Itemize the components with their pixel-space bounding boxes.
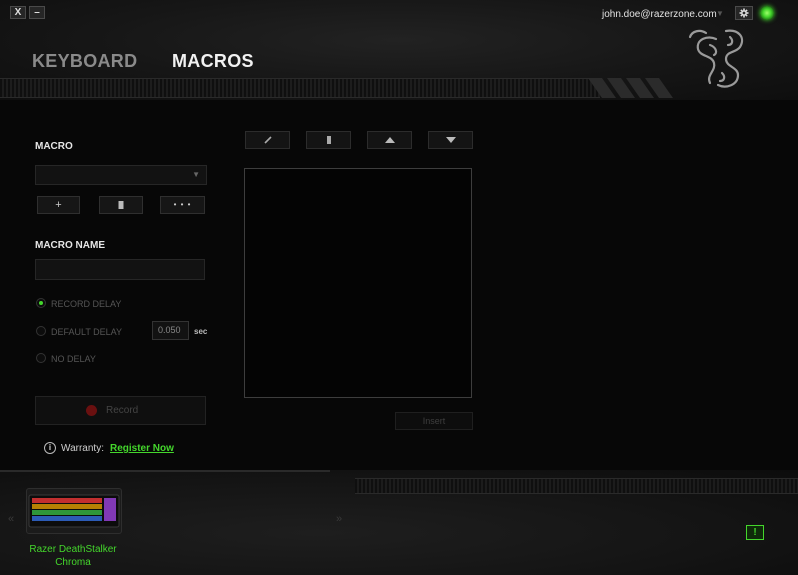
arrow-up-icon xyxy=(385,137,395,143)
record-label: Record xyxy=(106,405,139,416)
device-name-line1[interactable]: Razer DeathStalker xyxy=(10,543,136,556)
insert-button[interactable]: Insert xyxy=(395,412,473,430)
minimize-button[interactable]: – xyxy=(29,6,45,19)
chevron-down-icon: ▼ xyxy=(192,170,200,179)
user-email[interactable]: john.doe@razerzone.com xyxy=(602,9,717,20)
divider xyxy=(0,470,330,472)
delay-unit-label: sec xyxy=(194,327,208,336)
close-button[interactable]: X xyxy=(10,6,26,19)
record-icon xyxy=(86,405,97,416)
move-up-button[interactable] xyxy=(367,131,412,149)
macro-name-input[interactable] xyxy=(35,259,205,280)
record-delay-label: RECORD DELAY xyxy=(51,299,122,309)
default-delay-label: DEFAULT DELAY xyxy=(51,327,123,337)
macro-editor[interactable] xyxy=(244,168,472,398)
no-delay-radio[interactable] xyxy=(36,353,46,363)
device-name-line2[interactable]: Chroma xyxy=(10,556,136,569)
scroll-right-icon[interactable]: » xyxy=(336,513,342,525)
trash-icon xyxy=(118,201,124,209)
arrow-down-icon xyxy=(446,137,456,143)
razer-logo-icon xyxy=(688,29,744,88)
register-now-link[interactable]: Register Now xyxy=(110,443,174,454)
chevron-down-icon[interactable]: ▼ xyxy=(716,9,724,18)
scroll-left-icon[interactable]: « xyxy=(8,513,14,525)
settings-button[interactable] xyxy=(735,6,753,20)
tab-band xyxy=(0,78,600,98)
edit-button[interactable] xyxy=(245,131,290,149)
macro-select[interactable]: ▼ xyxy=(35,165,207,185)
notification-button[interactable]: ! xyxy=(746,525,764,540)
device-keyboard-thumbnail[interactable] xyxy=(26,488,122,534)
pencil-icon xyxy=(264,136,272,144)
record-button[interactable]: Record xyxy=(35,396,206,425)
info-icon: i xyxy=(44,442,56,454)
keyboard-icon xyxy=(28,494,120,528)
add-macro-button[interactable]: + xyxy=(37,196,80,214)
no-delay-label: NO DELAY xyxy=(51,354,96,364)
macro-section-label: MACRO xyxy=(35,141,73,152)
header: X – john.doe@razerzone.com ▼ KEYBOARD MA… xyxy=(0,0,798,100)
default-delay-radio[interactable] xyxy=(36,326,46,336)
warranty-label: Warranty: xyxy=(61,443,104,454)
tab-macros[interactable]: MACROS xyxy=(172,51,254,72)
default-delay-input[interactable]: 0.050 xyxy=(152,321,189,340)
macro-name-label: MACRO NAME xyxy=(35,240,105,251)
record-delay-radio[interactable] xyxy=(36,298,46,308)
gear-icon xyxy=(739,8,749,18)
delete-entry-button[interactable] xyxy=(306,131,351,149)
trash-icon xyxy=(327,136,331,144)
synapse-window: X – john.doe@razerzone.com ▼ KEYBOARD MA… xyxy=(0,0,798,575)
tab-keyboard[interactable]: KEYBOARD xyxy=(32,51,137,72)
more-options-button[interactable]: • • • xyxy=(160,196,205,214)
delete-macro-button[interactable] xyxy=(99,196,143,214)
status-indicator[interactable] xyxy=(760,6,774,20)
move-down-button[interactable] xyxy=(428,131,473,149)
device-band xyxy=(355,478,798,494)
